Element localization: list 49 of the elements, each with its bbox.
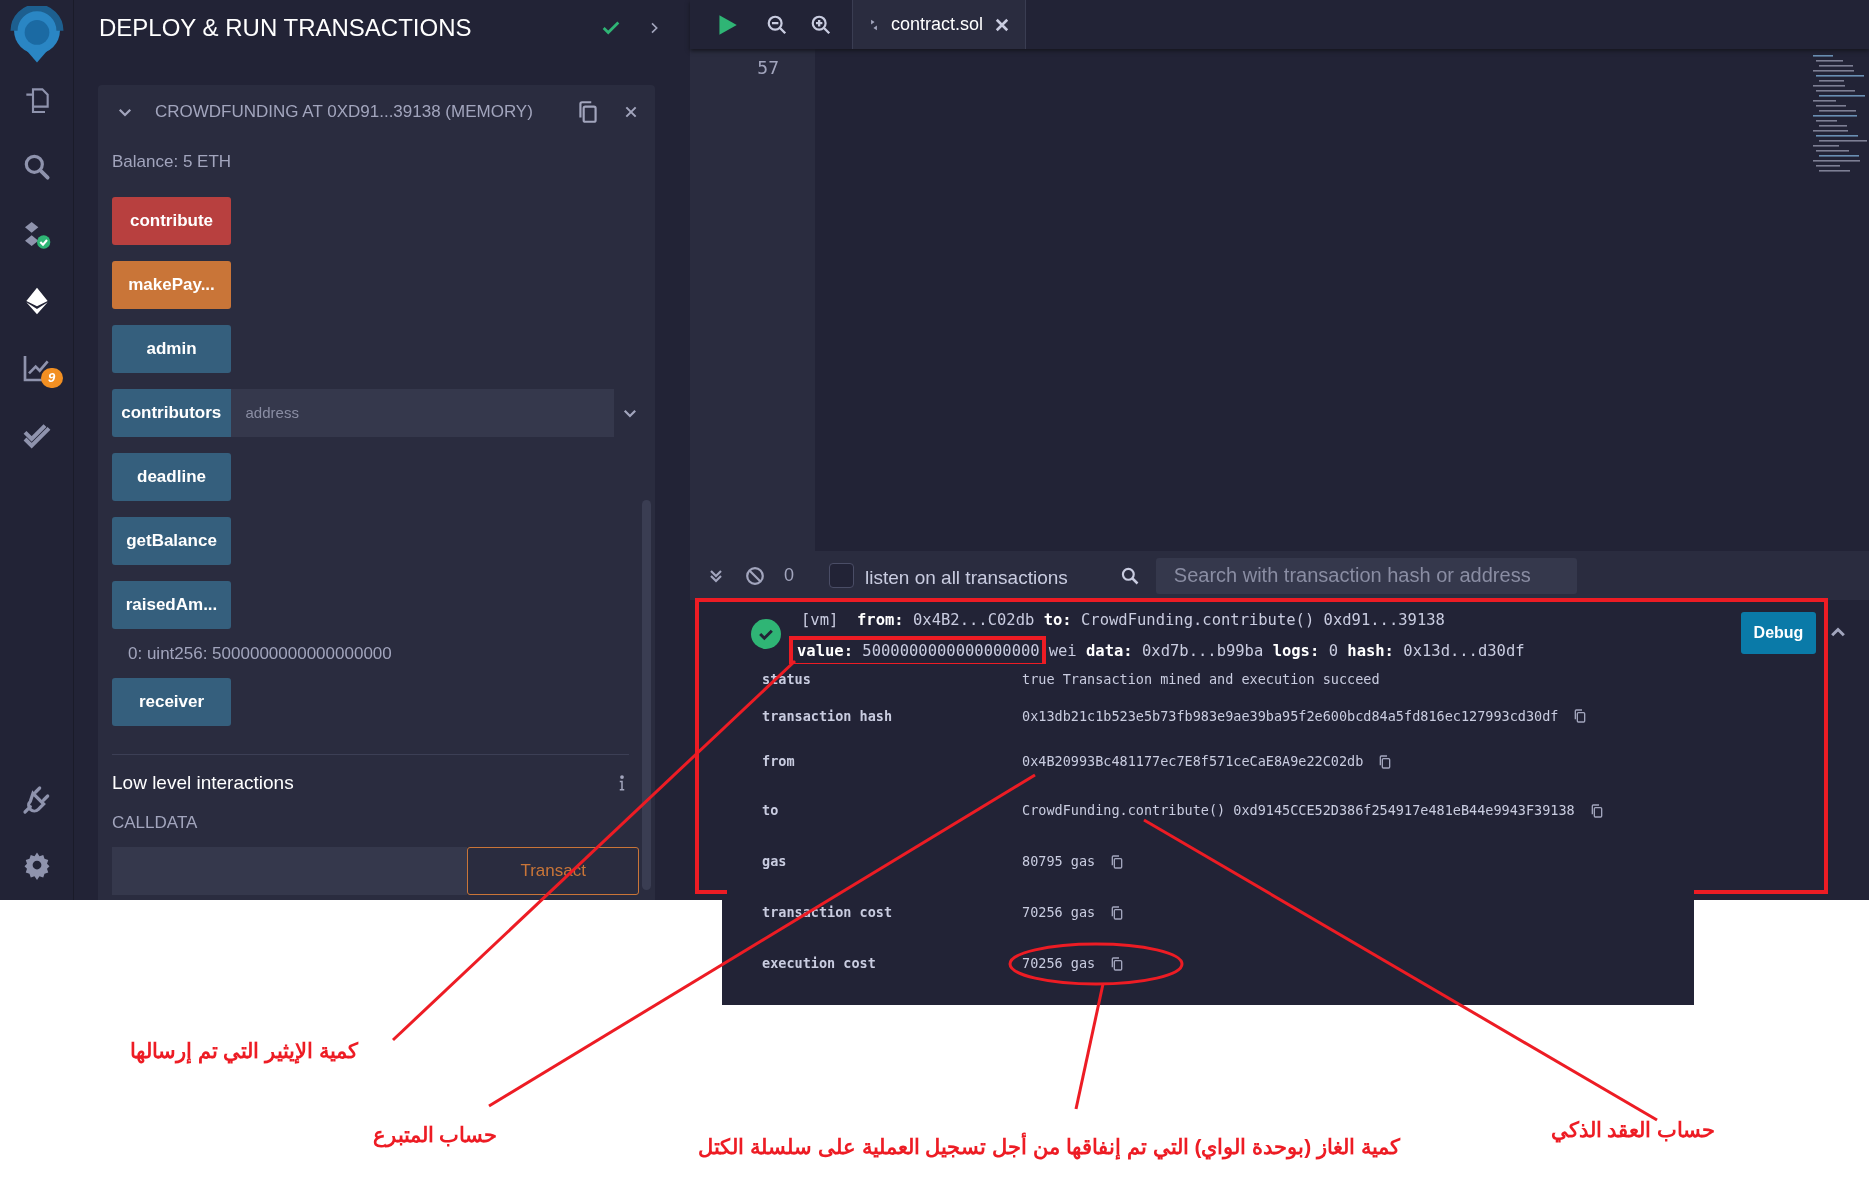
detail-value: CrowdFunding.contribute() 0xd9145CCE52D386f254917e481eB44e9943F39138: [1022, 801, 1575, 821]
function-button[interactable]: contributors: [112, 388, 231, 437]
line-number: 57: [757, 56, 779, 80]
notification-badge: 9: [40, 368, 63, 388]
detail-label: transaction hash: [761, 706, 894, 726]
file-tab[interactable]: contract.sol: [852, 0, 1027, 49]
contract-title: CROWDFUNDING AT 0XD91...39138 (MEMORY): [155, 101, 534, 124]
call-result: 0: uint256: 5000000000000000000: [127, 642, 393, 665]
search-icon[interactable]: [1119, 565, 1140, 586]
detail-label: execution cost: [761, 954, 877, 974]
detail-value: 0x13db21c1b523e5b73fb983e9ae39ba95f2e600bcd84a5fd816ec127993cd30df: [1022, 706, 1559, 726]
calldata-input[interactable]: [112, 847, 468, 895]
log-summary: [vm] from: 0x4B2...C02db to: CrowdFunding.contribute() 0xd91...39138: [801, 610, 1445, 631]
debug-button[interactable]: Debug: [1741, 612, 1816, 654]
function-button[interactable]: admin: [112, 324, 231, 373]
detail-label: gas: [761, 852, 788, 872]
zoom-out-icon[interactable]: [766, 13, 788, 36]
detail-value: 70256 gas: [1022, 903, 1096, 923]
panel-title: DEPLOY & RUN TRANSACTIONS: [99, 13, 473, 43]
function-button[interactable]: deadline: [112, 452, 231, 501]
balance-text: Balance: 5 ETH: [112, 151, 233, 173]
annotation-label: حساب العقد الذكي: [1550, 1117, 1716, 1145]
function-button[interactable]: makePay...: [112, 260, 231, 309]
log-summary: wei data: 0xd7b...b99ba logs: 0 hash: 0x13d...d30df: [1048, 641, 1525, 662]
zoom-in-icon[interactable]: [810, 13, 832, 36]
annotation-label: كمية الغاز (بوحدة الواي) التي تم إنفاقها من أجل تسجيل العملية على سلسلة الكتل: [698, 1131, 1400, 1163]
log-summary: value: 5000000000000000000: [797, 641, 1040, 662]
function-button[interactable]: raisedAm...: [112, 580, 231, 629]
annotation-label: حساب المتبرع: [372, 1122, 498, 1150]
detail-value: 80795 gas: [1022, 852, 1096, 872]
detail-value: 0x4B20993Bc481177ec7E8f571ceCaE8A9e22C02db: [1022, 752, 1364, 772]
detail-value: true Transaction mined and execution succeed: [1022, 669, 1380, 689]
function-button[interactable]: receiver: [112, 678, 231, 726]
section-title: Low level interactions: [112, 771, 295, 795]
pending-count: 0: [784, 564, 794, 587]
annotation-label: كمية الإيثير التي تم إرسالها: [129, 1038, 359, 1066]
calldata-label: CALLDATA: [112, 811, 199, 834]
function-button[interactable]: contribute: [112, 196, 231, 245]
function-button[interactable]: getBalance: [112, 516, 231, 565]
clear-icon[interactable]: [744, 564, 766, 587]
scrollbar[interactable]: [642, 500, 651, 890]
address-input[interactable]: address: [230, 388, 615, 437]
detail-label: to: [761, 801, 780, 821]
search-field[interactable]: Search with transaction hash or address: [1155, 557, 1577, 594]
detail-value: 70256 gas: [1022, 954, 1096, 974]
listen-checkbox[interactable]: [829, 563, 854, 588]
listen-label: listen on all transactions: [865, 566, 1068, 591]
close-icon[interactable]: [623, 104, 639, 120]
detail-label: from: [761, 752, 796, 772]
